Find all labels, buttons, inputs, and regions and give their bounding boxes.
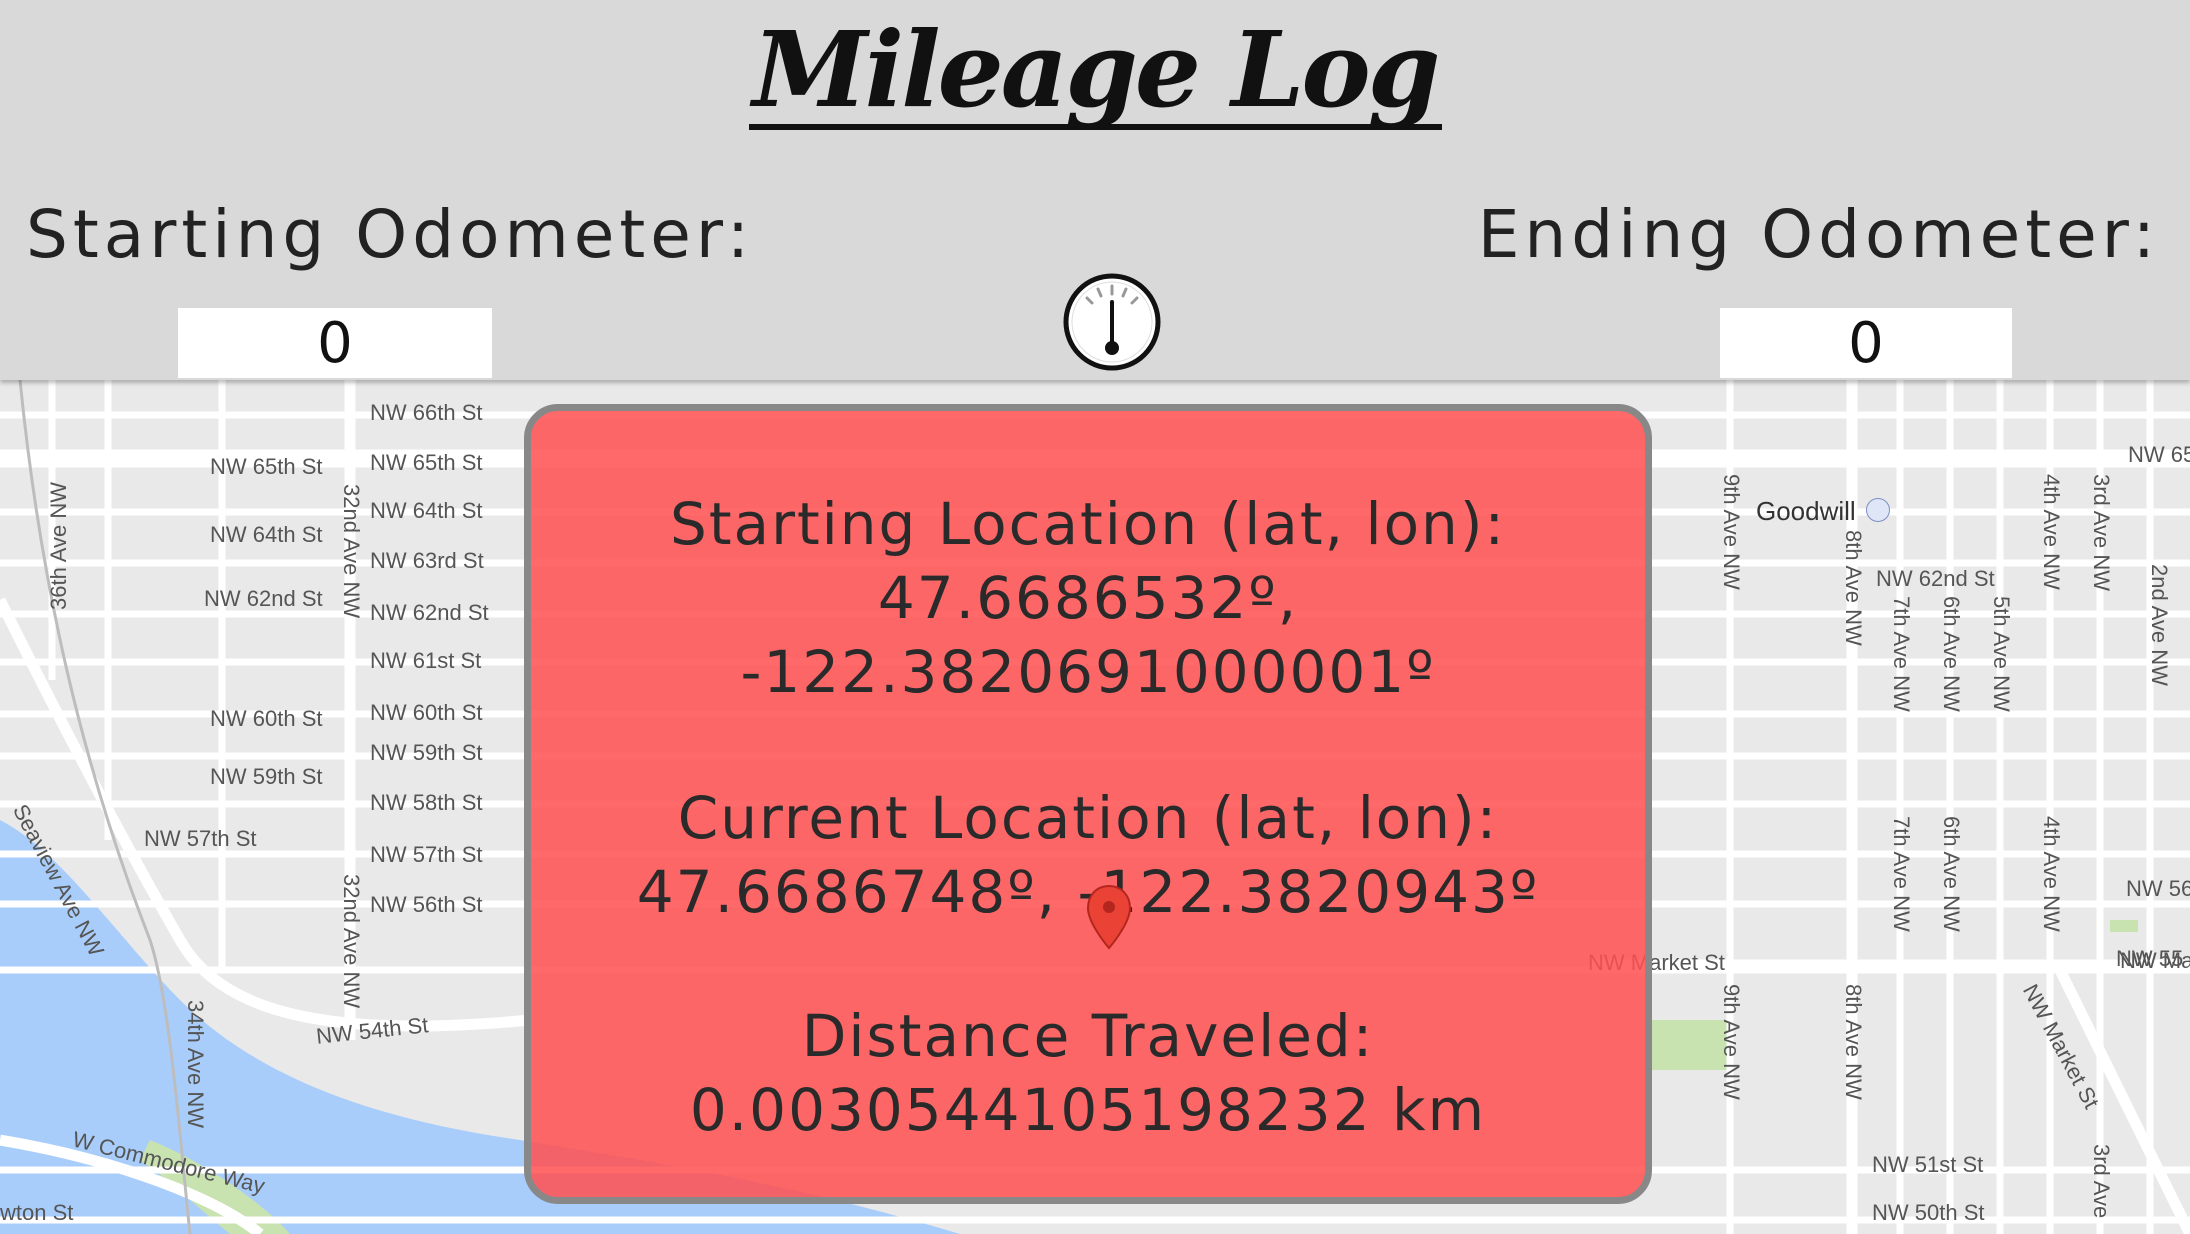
road-label: 9th Ave NW xyxy=(1719,984,1744,1100)
ending-odometer-input[interactable] xyxy=(1720,308,2012,378)
app-title: Mileage Log xyxy=(0,8,2190,131)
map-pin-icon[interactable] xyxy=(1086,884,1132,950)
road-label: NW 62nd St xyxy=(1876,566,1995,591)
road-label: NW 65 xyxy=(2128,442,2190,467)
starting-odometer-label: Starting Odometer: xyxy=(26,196,755,273)
road-label: NW 50th St xyxy=(1872,1200,1985,1225)
road-label: NW 51st St xyxy=(1872,1152,1984,1177)
starting-odometer-input[interactable] xyxy=(178,308,492,378)
road-label: NW 66th St xyxy=(370,400,483,425)
starting-latitude: 47.6686532º, xyxy=(877,564,1299,632)
road-label: NW 62nd St xyxy=(204,586,323,611)
distance-block: Distance Traveled: 0.0030544105198232 km xyxy=(531,999,1645,1147)
starting-location-block: Starting Location (lat, lon): 47.6686532… xyxy=(531,487,1645,709)
gauge-icon[interactable] xyxy=(1062,272,1162,372)
road-label: NW 56th St xyxy=(370,892,483,917)
road-label: NW 59th St xyxy=(370,740,483,765)
road-label: NW 59th St xyxy=(210,764,323,789)
info-panel: Starting Location (lat, lon): 47.6686532… xyxy=(524,404,1652,1204)
road-label: NW 64th St xyxy=(370,498,483,523)
park-area xyxy=(2110,920,2138,932)
road-label: 7th Ave NW xyxy=(1889,816,1914,932)
road-label: NW 57th St xyxy=(370,842,483,867)
road-label: NW 60th St xyxy=(370,700,483,725)
road-label: 8th Ave NW xyxy=(1841,530,1866,646)
distance-label: Distance Traveled: xyxy=(801,1002,1375,1070)
ending-odometer-label: Ending Odometer: xyxy=(1477,196,2160,273)
road-label: NW 58th St xyxy=(370,790,483,815)
road-label: NW 55 xyxy=(2116,946,2184,971)
road-label: 6th Ave NW xyxy=(1939,596,1964,712)
road-label: NW 65th St xyxy=(210,454,323,479)
road-label: 4th Ave NW xyxy=(2039,816,2064,932)
road-label: NW 63rd St xyxy=(370,548,484,573)
road-label: 32nd Ave NW xyxy=(339,874,364,1009)
starting-location-label: Starting Location (lat, lon): xyxy=(670,490,1506,558)
road-label: 2nd Ave NW xyxy=(2147,564,2172,686)
current-location-label: Current Location (lat, lon): xyxy=(677,784,1499,852)
road-label: 9th Ave NW xyxy=(1719,474,1744,590)
road-label: NW 61st St xyxy=(370,648,482,673)
road-label: wton St xyxy=(0,1200,74,1225)
road-label: NW 56 xyxy=(2126,876,2190,901)
store-icon xyxy=(1866,498,1890,522)
road-label: 36th Ave NW xyxy=(46,482,71,610)
poi-goodwill[interactable]: Goodwill xyxy=(1756,496,1856,527)
road-label: 4th Ave NW xyxy=(2039,474,2064,590)
road-label: 3rd Ave NW xyxy=(2089,474,2114,591)
road-label: 5th Ave NW xyxy=(1989,596,2014,712)
header-bar: Mileage Log Starting Odometer: Ending Od… xyxy=(0,0,2190,380)
road-label: NW 62nd St xyxy=(370,600,489,625)
road-label: 8th Ave NW xyxy=(1841,984,1866,1100)
distance-value: 0.0030544105198232 km xyxy=(689,1076,1487,1144)
road-label: 32nd Ave NW xyxy=(339,484,364,619)
road-label: NW 60th St xyxy=(210,706,323,731)
road-label: NW 64th St xyxy=(210,522,323,547)
road-label: NW 65th St xyxy=(370,450,483,475)
road-label: 6th Ave NW xyxy=(1939,816,1964,932)
starting-longitude: -122.3820691000001º xyxy=(740,638,1436,706)
road-label: 34th Ave NW xyxy=(183,1000,208,1128)
road-label: 3rd Ave xyxy=(2089,1144,2114,1219)
road-label: 7th Ave NW xyxy=(1889,596,1914,712)
road-label: NW 57th St xyxy=(144,826,257,851)
